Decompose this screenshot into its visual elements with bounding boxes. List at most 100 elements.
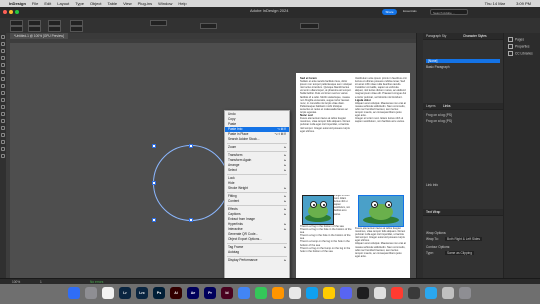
menu-view[interactable]: View bbox=[123, 1, 132, 6]
note-tool-icon[interactable] bbox=[1, 126, 5, 130]
stroke-weight-field[interactable] bbox=[150, 20, 167, 26]
dock-app-icon[interactable] bbox=[255, 287, 267, 299]
free-transform-tool-icon[interactable] bbox=[1, 112, 5, 116]
dock-app-icon[interactable] bbox=[340, 287, 352, 299]
menubar-date[interactable]: Thu 14 Mar bbox=[485, 1, 505, 6]
line-tool-icon[interactable] bbox=[1, 70, 5, 74]
dock-app-icon[interactable] bbox=[391, 287, 403, 299]
scale-y-field[interactable] bbox=[48, 26, 61, 32]
style-basic-paragraph[interactable]: Basic Paragraph bbox=[426, 65, 450, 69]
frog-image-right-selected[interactable] bbox=[358, 195, 404, 227]
pencil-tool-icon[interactable] bbox=[1, 84, 5, 88]
ctx-display-performance[interactable]: Display Performance ▸ bbox=[225, 258, 289, 263]
ctx-stroke-weight[interactable]: Stroke Weight ▸ bbox=[225, 186, 289, 191]
document-canvas[interactable]: Sed et lorem Nullam et ante iaculis faci… bbox=[10, 43, 416, 278]
menu-edit[interactable]: Edit bbox=[44, 1, 51, 6]
tab-text-wrap[interactable]: Text Wrap bbox=[426, 210, 440, 214]
text-frame-right[interactable]: Vestibulum ante ipsum primis in faucibus… bbox=[355, 77, 407, 195]
dock-app-icon[interactable] bbox=[425, 287, 437, 299]
selection-handle[interactable] bbox=[189, 144, 193, 148]
dock-app-icon[interactable]: Id bbox=[221, 287, 233, 299]
dock-app-icon[interactable]: Lrc bbox=[136, 287, 148, 299]
opacity-field[interactable] bbox=[200, 23, 217, 29]
ctx-select[interactable]: Select ▸ bbox=[225, 168, 289, 173]
ctx-object-export-options[interactable]: Object Export Options... bbox=[225, 237, 289, 242]
dock-app-icon[interactable] bbox=[102, 287, 114, 299]
properties-panel-button[interactable]: Properties bbox=[508, 44, 530, 49]
menu-table[interactable]: Table bbox=[108, 1, 118, 6]
minimize-window-icon[interactable] bbox=[9, 10, 13, 14]
selection-handle[interactable] bbox=[152, 144, 156, 148]
frog-image-left[interactable] bbox=[302, 195, 334, 225]
text-frame-left[interactable]: Sed et lorem Nullam et ante iaculis faci… bbox=[300, 77, 352, 195]
page-tool-icon[interactable] bbox=[1, 49, 5, 53]
ctx-content[interactable]: Content ▸ bbox=[225, 199, 289, 204]
fitting-field[interactable] bbox=[300, 23, 319, 29]
menubar-time[interactable]: 3:09 PM bbox=[516, 1, 531, 6]
ctx-zoom[interactable]: Zoom ▸ bbox=[225, 145, 289, 150]
dock-app-icon[interactable] bbox=[357, 287, 369, 299]
dock-app-icon[interactable]: Ae bbox=[187, 287, 199, 299]
ctx-autotag[interactable]: Autotag bbox=[225, 250, 289, 255]
zoom-tool-icon[interactable] bbox=[1, 147, 5, 151]
selection-handle[interactable] bbox=[152, 181, 156, 185]
shear-field[interactable] bbox=[70, 26, 83, 32]
contour-type-select[interactable]: Same as Clipping bbox=[445, 251, 474, 255]
dock-app-icon[interactable] bbox=[408, 287, 420, 299]
style-none[interactable]: [None] bbox=[426, 59, 500, 63]
dock-app-icon[interactable] bbox=[85, 287, 97, 299]
dock-app-icon[interactable] bbox=[289, 287, 301, 299]
selection-tool-icon[interactable] bbox=[1, 35, 5, 39]
scissors-tool-icon[interactable] bbox=[1, 105, 5, 109]
type-tool-icon[interactable] bbox=[1, 63, 5, 67]
hand-tool-icon[interactable] bbox=[1, 140, 5, 144]
tab-links[interactable]: Links bbox=[443, 104, 450, 108]
eyedropper-tool-icon[interactable] bbox=[1, 133, 5, 137]
share-button[interactable]: Share bbox=[382, 9, 397, 15]
wrap-to-select[interactable]: Both Right & Left Sides bbox=[445, 237, 482, 241]
wrapped-text[interactable]: Integer et tortor nunc. Etiam luctus nib… bbox=[334, 195, 352, 225]
direct-selection-tool-icon[interactable] bbox=[1, 42, 5, 46]
gradient-tool-icon[interactable] bbox=[1, 119, 5, 123]
menu-window[interactable]: Window bbox=[158, 1, 172, 6]
h-field[interactable] bbox=[28, 26, 41, 32]
menu-help[interactable]: Help bbox=[178, 1, 186, 6]
menu-file[interactable]: File bbox=[32, 1, 38, 6]
rectangle-frame-tool-icon[interactable] bbox=[1, 91, 5, 95]
gap-tool-icon[interactable] bbox=[1, 56, 5, 60]
document-page[interactable]: Sed et lorem Nullam et ante iaculis faci… bbox=[296, 73, 410, 278]
selected-ellipse-frame[interactable] bbox=[153, 145, 229, 221]
workspace-switcher[interactable]: Essentials bbox=[403, 9, 417, 13]
dock-app-icon[interactable] bbox=[323, 287, 335, 299]
menu-app-name[interactable]: InDesign bbox=[9, 1, 26, 6]
menu-plugins[interactable]: Plug-ins bbox=[138, 1, 152, 6]
dock-app-icon[interactable] bbox=[238, 287, 250, 299]
selection-handle[interactable] bbox=[189, 218, 193, 222]
dock-app-icon[interactable]: Ps bbox=[153, 287, 165, 299]
pages-panel-button[interactable]: Pages bbox=[508, 37, 524, 42]
ctx-search-adobe-stock[interactable]: Search Adobe Stock... bbox=[225, 137, 289, 142]
menu-layout[interactable]: Layout bbox=[57, 1, 69, 6]
dock-app-icon[interactable]: Lr bbox=[119, 287, 131, 299]
tab-layers[interactable]: Layers bbox=[426, 104, 436, 108]
dock-app-icon[interactable] bbox=[442, 287, 454, 299]
dock-app-icon[interactable] bbox=[459, 287, 471, 299]
dock-app-icon[interactable] bbox=[374, 287, 386, 299]
dock-app-icon[interactable] bbox=[306, 287, 318, 299]
link-item[interactable]: Frog on a log (PS) bbox=[426, 119, 452, 123]
dock-app-icon[interactable]: Ai bbox=[170, 287, 182, 299]
close-window-icon[interactable] bbox=[3, 10, 7, 14]
link-item[interactable]: Frog on a log (PS) bbox=[426, 113, 452, 117]
menu-object[interactable]: Object bbox=[90, 1, 102, 6]
cc-libraries-panel-button[interactable]: CC Libraries bbox=[508, 51, 533, 56]
link-info-label[interactable]: Link Info bbox=[426, 183, 438, 187]
y-field[interactable] bbox=[10, 26, 23, 32]
dock-app-icon[interactable] bbox=[272, 287, 284, 299]
rectangle-tool-icon[interactable] bbox=[1, 98, 5, 102]
zoom-window-icon[interactable] bbox=[15, 10, 19, 14]
dock-app-icon[interactable]: Pr bbox=[204, 287, 216, 299]
dock-app-icon[interactable] bbox=[68, 287, 80, 299]
text-frame-right-bottom[interactable]: Fusce elementum lacus at tellus feugiat … bbox=[355, 227, 407, 275]
selection-handle[interactable] bbox=[152, 218, 156, 222]
tab-character-styles[interactable]: Character Styles bbox=[463, 34, 487, 38]
